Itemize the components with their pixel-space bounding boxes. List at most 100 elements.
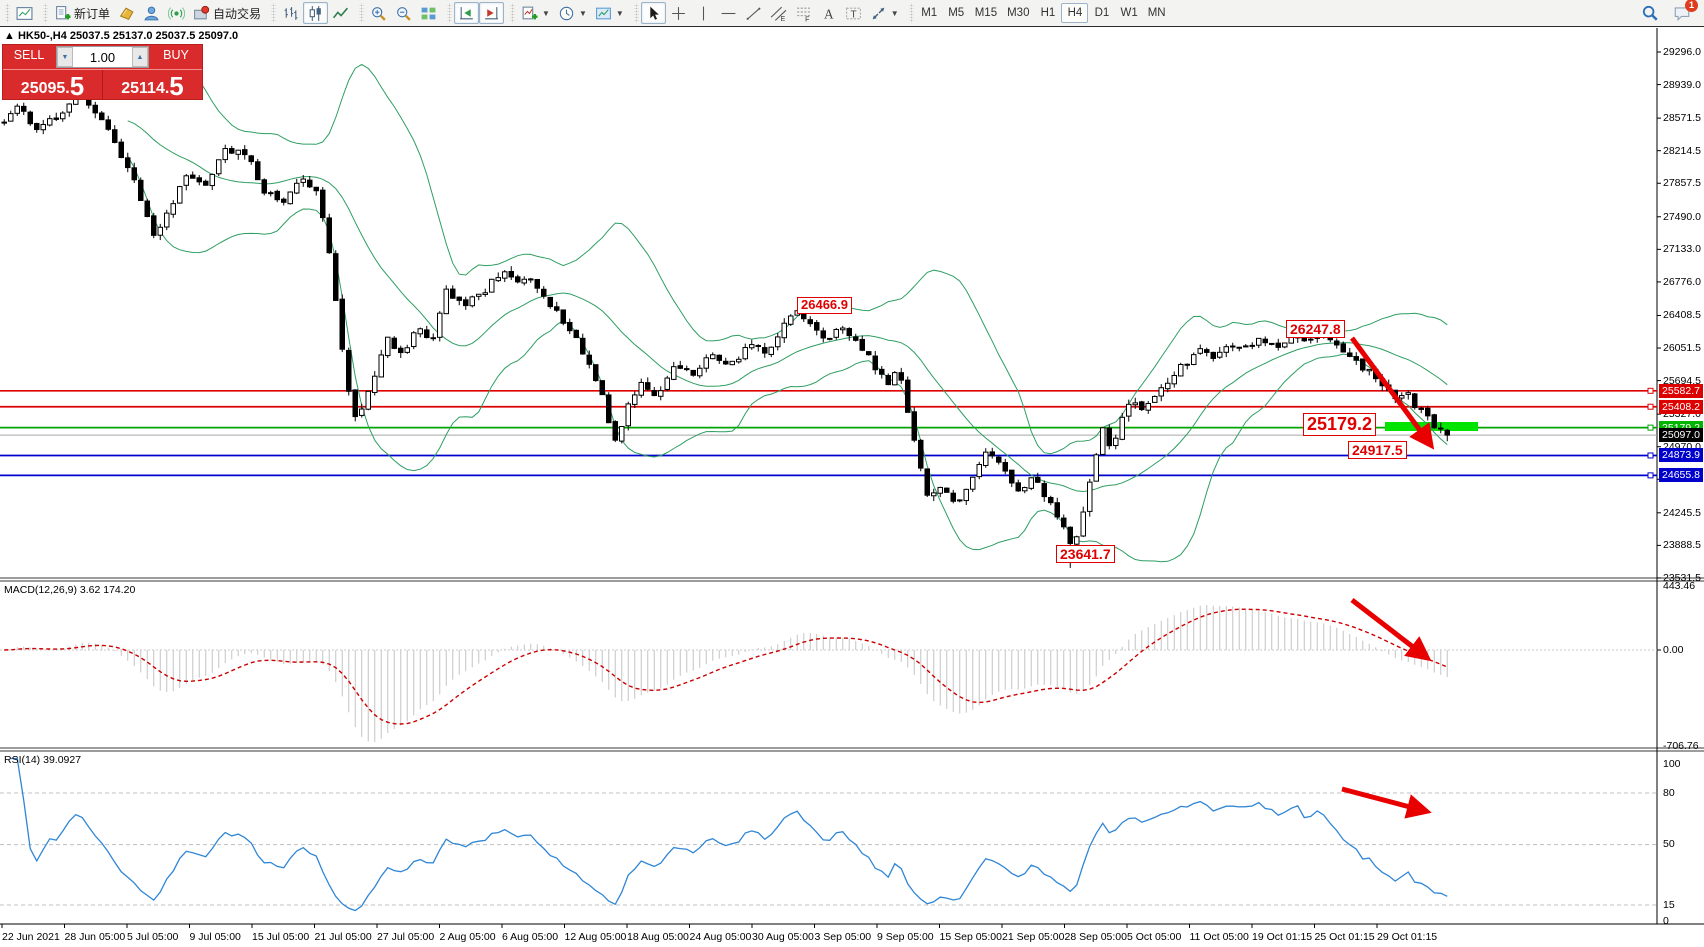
text-button[interactable]: A bbox=[816, 2, 841, 24]
autotrading-icon bbox=[193, 5, 210, 22]
search-button[interactable] bbox=[1638, 2, 1662, 24]
autoscroll-icon bbox=[458, 5, 475, 22]
bollinger-lower-band bbox=[128, 156, 1448, 561]
timeframe-button-h1[interactable]: H1 bbox=[1034, 3, 1061, 23]
timeframe-button-h4[interactable]: H4 bbox=[1061, 3, 1088, 23]
toolbar-group-handle[interactable] bbox=[447, 3, 452, 23]
linechart-icon bbox=[332, 5, 349, 22]
price-axis-tick: 26776.0 bbox=[1663, 276, 1701, 288]
new-chart-button[interactable] bbox=[12, 2, 37, 24]
trendline-button[interactable] bbox=[741, 2, 766, 24]
auto-scroll-button[interactable] bbox=[454, 2, 479, 24]
volume-increase-button[interactable]: ▲ bbox=[132, 47, 148, 67]
toolbar-group-handle[interactable] bbox=[510, 3, 515, 23]
templates-button-dropdown-arrow-icon[interactable]: ▼ bbox=[616, 9, 624, 18]
new-order-button[interactable]: 新订单 bbox=[50, 2, 114, 24]
arrows-button[interactable]: ▼ bbox=[866, 2, 903, 24]
price-tag-level[interactable]: 25582.7 bbox=[1659, 384, 1703, 398]
profiles-button[interactable] bbox=[139, 2, 164, 24]
horizontal-line-button[interactable] bbox=[716, 2, 741, 24]
chart-shift-button[interactable] bbox=[479, 2, 504, 24]
price-callout-26466.9[interactable]: 26466.9 bbox=[797, 297, 852, 314]
indicators-button[interactable]: ▼ bbox=[517, 2, 554, 24]
price-callout-24917.5[interactable]: 24917.5 bbox=[1348, 441, 1407, 459]
support-resistance-lines[interactable] bbox=[0, 388, 1657, 478]
label-button[interactable]: T bbox=[841, 2, 866, 24]
price-callout-25179.2[interactable]: 25179.2 bbox=[1303, 413, 1376, 436]
timeframe-button-mn[interactable]: MN bbox=[1143, 3, 1171, 23]
timeframe-button-m5[interactable]: M5 bbox=[943, 3, 970, 23]
signals-button[interactable] bbox=[164, 2, 189, 24]
sell-button[interactable]: SELL bbox=[3, 45, 55, 69]
signals-icon bbox=[168, 5, 185, 22]
buy-button[interactable]: BUY bbox=[150, 45, 202, 69]
toolbar-group-handle[interactable] bbox=[271, 3, 276, 23]
chart-area[interactable]: 29296.028939.028571.528214.527857.527490… bbox=[0, 28, 1704, 947]
time-axis-label: 28 Sep 05:00 bbox=[1065, 931, 1127, 943]
hline-icon bbox=[720, 5, 737, 22]
toolbar-group-handle[interactable] bbox=[43, 3, 48, 23]
sell-price-frac: 5 bbox=[70, 75, 84, 97]
sell-price[interactable]: 25095. 5 bbox=[3, 70, 102, 99]
time-axis-label: 30 Aug 05:00 bbox=[752, 931, 814, 943]
bollinger-bands bbox=[128, 58, 1448, 562]
trend-icon bbox=[745, 5, 762, 22]
timeframe-button-d1[interactable]: D1 bbox=[1088, 3, 1115, 23]
line-chart-button[interactable] bbox=[328, 2, 353, 24]
chat-button[interactable]: 1 bbox=[1670, 2, 1694, 24]
market-button[interactable] bbox=[114, 2, 139, 24]
price-tag-level[interactable]: 25408.2 bbox=[1659, 400, 1703, 414]
price-tag-level[interactable]: 24655.8 bbox=[1659, 468, 1703, 482]
collapse-arrow-icon[interactable]: ▲ bbox=[4, 30, 15, 42]
price-tag-level[interactable]: 24873.9 bbox=[1659, 448, 1703, 462]
symbol-ohlc-line: ▲ HK50-,H4 25037.5 25137.0 25037.5 25097… bbox=[4, 30, 238, 42]
bar-chart-button[interactable] bbox=[278, 2, 303, 24]
price-axis-tick: 27490.0 bbox=[1663, 211, 1701, 223]
periods-button-dropdown-arrow-icon[interactable]: ▼ bbox=[579, 9, 587, 18]
chart-canvas[interactable] bbox=[0, 28, 1704, 947]
volume-value[interactable]: 1.00 bbox=[73, 47, 132, 67]
timeframe-button-w1[interactable]: W1 bbox=[1115, 3, 1142, 23]
crosshair-button[interactable] bbox=[666, 2, 691, 24]
autotrading-button[interactable]: 自动交易 bbox=[189, 2, 265, 24]
price-callout-26247.8[interactable]: 26247.8 bbox=[1286, 320, 1345, 338]
price-axis-tick: 28939.0 bbox=[1663, 79, 1701, 91]
time-axis-label: 11 Oct 05:00 bbox=[1190, 931, 1249, 943]
zoom-in-button[interactable] bbox=[366, 2, 391, 24]
volume-stepper: ▼ 1.00 ▲ bbox=[56, 46, 149, 68]
channel-button[interactable]: E bbox=[766, 2, 791, 24]
toolbar-group-handle[interactable] bbox=[359, 3, 364, 23]
timeframe-button-m30[interactable]: M30 bbox=[1002, 3, 1034, 23]
indicators-button-dropdown-arrow-icon[interactable]: ▼ bbox=[542, 9, 550, 18]
timeframe-button-m15[interactable]: M15 bbox=[970, 3, 1002, 23]
price-axis-tick: 26051.5 bbox=[1663, 342, 1701, 354]
vline-icon bbox=[695, 5, 712, 22]
candlestick-button[interactable] bbox=[303, 2, 328, 24]
toolbar-group-handle[interactable] bbox=[634, 3, 639, 23]
one-click-trading-panel: SELL ▼ 1.00 ▲ BUY 25095. 5 25114. 5 bbox=[2, 44, 203, 100]
tile-windows-button[interactable] bbox=[416, 2, 441, 24]
trend-arrows[interactable] bbox=[1342, 338, 1430, 811]
price-axis-tick: 26408.5 bbox=[1663, 309, 1701, 321]
arrows-button-dropdown-arrow-icon[interactable]: ▼ bbox=[891, 9, 899, 18]
vertical-line-button[interactable] bbox=[691, 2, 716, 24]
periods-button[interactable]: ▼ bbox=[554, 2, 591, 24]
cursor-button[interactable] bbox=[641, 2, 666, 24]
downtrend-arrow-rsi[interactable] bbox=[1342, 789, 1425, 811]
zoom-out-button[interactable] bbox=[391, 2, 416, 24]
main-toolbar: 新订单 自动交易 ▼ ▼ ▼ EFAT ▼ M1M5M15M30H1H4D1W1MN 1 bbox=[0, 0, 1704, 27]
fibonacci-button[interactable]: F bbox=[791, 2, 816, 24]
toolbar-group-handle[interactable] bbox=[909, 3, 914, 23]
templates-button[interactable]: ▼ bbox=[591, 2, 628, 24]
buy-price[interactable]: 25114. 5 bbox=[103, 70, 202, 99]
rsi-line bbox=[11, 759, 1448, 911]
volume-decrease-button[interactable]: ▼ bbox=[57, 47, 73, 67]
macd-indicator-label: MACD(12,26,9) 3.62 174.20 bbox=[4, 584, 135, 596]
toolbar-group-handle[interactable] bbox=[5, 3, 10, 23]
sell-price-int: 25095. bbox=[21, 81, 70, 97]
market-icon bbox=[118, 5, 135, 22]
price-axis-tick: 29296.0 bbox=[1663, 46, 1701, 58]
timeframe-button-m1[interactable]: M1 bbox=[916, 3, 943, 23]
price-callout-23641.7[interactable]: 23641.7 bbox=[1056, 545, 1115, 563]
neworder-icon bbox=[54, 5, 71, 22]
